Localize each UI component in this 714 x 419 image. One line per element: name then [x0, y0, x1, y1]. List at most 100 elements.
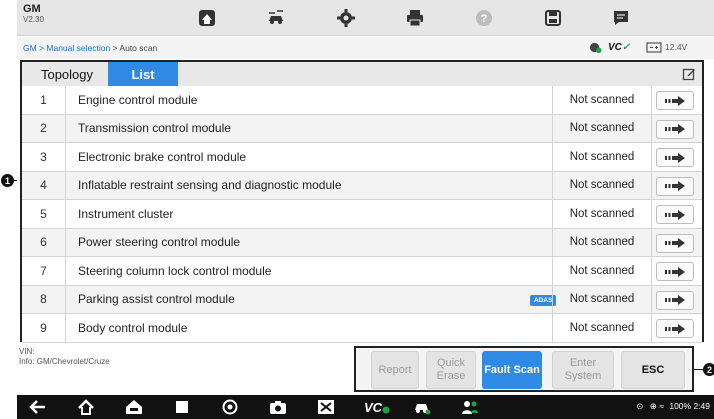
esc-button[interactable]: ESC — [621, 351, 685, 389]
svg-text:VC: VC — [364, 400, 383, 415]
module-table: 1 Engine control module Not scanned 2 Transm… — [22, 86, 702, 343]
report-button[interactable]: Report — [371, 351, 419, 389]
back-icon[interactable] — [28, 398, 48, 416]
arrow-right-icon — [665, 323, 685, 334]
vci-connected-icon: ✓ — [621, 42, 631, 53]
home-icon[interactable] — [196, 7, 218, 29]
quick-erase-label-line1: Quick — [436, 357, 466, 370]
module-number: 2 — [22, 114, 66, 142]
action-bar: Report Quick Erase Fault Scan Enter System… — [354, 346, 694, 392]
arrow-right-icon — [665, 209, 685, 220]
scan-status: Not scanned — [552, 228, 652, 256]
enter-module-button[interactable] — [656, 176, 694, 196]
settings-icon[interactable] — [335, 7, 357, 29]
enter-system-label-line2: System — [564, 370, 602, 382]
scan-status: Not scanned — [552, 285, 652, 313]
enter-module-button[interactable] — [656, 205, 694, 224]
top-toolbar: GM V2.30 ? — [17, 0, 714, 36]
table-row[interactable]: 2 Transmission control module Not scanned — [22, 114, 702, 143]
module-name: Power steering control module — [78, 235, 241, 250]
save-icon[interactable] — [542, 7, 564, 29]
breadcrumb-root[interactable]: GM — [23, 43, 37, 53]
module-name: Instrument cluster — [78, 206, 174, 221]
enter-module-button[interactable] — [656, 91, 694, 110]
fault-scan-button[interactable]: Fault Scan — [482, 351, 542, 389]
voltage-value: 12.4V — [665, 42, 688, 52]
vci-app-icon[interactable]: VC — [364, 398, 390, 416]
vehicle-make: GM — [23, 3, 41, 15]
wifi-icon: ≈ — [659, 401, 664, 411]
tab-topology[interactable]: Topology — [28, 62, 106, 86]
table-row[interactable]: 9 Body control module Not scanned — [22, 314, 702, 343]
screen-record-icon[interactable] — [316, 398, 336, 416]
table-row[interactable]: 1 Engine control module Not scanned — [22, 86, 702, 115]
edit-icon[interactable] — [682, 67, 696, 81]
arrow-right-icon — [665, 124, 685, 134]
module-name: Electronic brake control module — [78, 149, 247, 164]
vehicle-connect-icon[interactable] — [412, 398, 432, 416]
battery-voltage: 12.4V — [646, 41, 687, 53]
scan-status: Not scanned — [552, 143, 652, 171]
remote-support-icon[interactable] — [460, 398, 480, 416]
svg-text:?: ? — [481, 13, 488, 25]
home-nav-icon[interactable] — [76, 398, 96, 416]
module-number: 3 — [22, 143, 66, 171]
browser-icon[interactable] — [220, 398, 240, 416]
module-number: 9 — [22, 314, 66, 342]
module-name: Transmission control module — [78, 121, 231, 136]
quick-erase-label-line2: Erase — [436, 370, 466, 382]
vci-status-icon: ⊕ — [649, 401, 657, 411]
table-row[interactable]: 3 Electronic brake control module Not scan… — [22, 143, 702, 172]
module-name: Steering column lock control module — [78, 263, 272, 278]
enter-module-button[interactable] — [656, 319, 694, 338]
module-number: 5 — [22, 200, 66, 228]
brand-block: GM V2.30 — [23, 3, 44, 24]
scan-status: Not scanned — [552, 257, 652, 285]
callout-2: 2 — [703, 363, 714, 376]
vehicle-swap-icon[interactable] — [265, 7, 287, 29]
scan-status: Not scanned — [552, 86, 652, 114]
breadcrumb-separator: > — [36, 43, 47, 53]
enter-module-button[interactable] — [656, 233, 694, 253]
enter-system-button[interactable]: Enter System — [552, 351, 614, 389]
module-name: Inflatable restraint sensing and diagnos… — [78, 178, 342, 193]
arrow-right-icon — [665, 238, 685, 248]
view-tabs: Topology List — [22, 62, 702, 86]
message-icon[interactable] — [610, 7, 632, 29]
network-icon — [589, 41, 602, 54]
fault-scan-label: Fault Scan — [484, 363, 540, 376]
module-number: 6 — [22, 228, 66, 256]
print-icon[interactable] — [404, 7, 426, 29]
recent-apps-icon[interactable] — [172, 398, 192, 416]
tab-list[interactable]: List — [108, 62, 178, 86]
vin-label: VIN: — [19, 347, 35, 356]
vci-label: VC — [608, 42, 622, 53]
vehicle-home-icon[interactable] — [124, 398, 144, 416]
enter-module-button[interactable] — [656, 290, 694, 310]
breadcrumb-middle[interactable]: Manual selection — [46, 43, 110, 53]
module-number: 1 — [22, 86, 66, 114]
quick-erase-button[interactable]: Quick Erase — [426, 351, 476, 389]
vehicle-description: Info: GM/Chevrolet/Cruze — [19, 357, 110, 366]
esc-label: ESC — [641, 363, 665, 376]
table-row[interactable]: 7 Steering column lock control module Not … — [22, 257, 702, 286]
arrow-right-icon — [665, 181, 685, 191]
module-number: 7 — [22, 257, 66, 285]
arrow-right-icon — [665, 295, 685, 305]
camera-icon[interactable] — [268, 398, 288, 416]
system-status: ⊙ ⊕ ≈ 100% 2:49 — [636, 401, 710, 412]
enter-module-button[interactable] — [656, 262, 694, 281]
scan-status: Not scanned — [552, 314, 652, 342]
module-name: Parking assist control module — [78, 292, 235, 307]
module-number: 4 — [22, 171, 66, 199]
table-row[interactable]: 6 Power steering control module Not scanne… — [22, 228, 702, 257]
vci-connection-status: VC ✓ — [608, 42, 630, 53]
enter-module-button[interactable] — [656, 119, 694, 139]
table-row[interactable]: 5 Instrument cluster Not scanned — [22, 200, 702, 229]
battery-and-clock: 100% 2:49 — [669, 401, 710, 411]
help-icon[interactable]: ? — [473, 7, 495, 29]
enter-module-button[interactable] — [656, 148, 694, 167]
arrow-right-icon — [665, 95, 685, 106]
table-row[interactable]: 4 Inflatable restraint sensing and diagno… — [22, 171, 702, 200]
table-row[interactable]: 8 Parking assist control module ADAS Not sc… — [22, 285, 702, 314]
